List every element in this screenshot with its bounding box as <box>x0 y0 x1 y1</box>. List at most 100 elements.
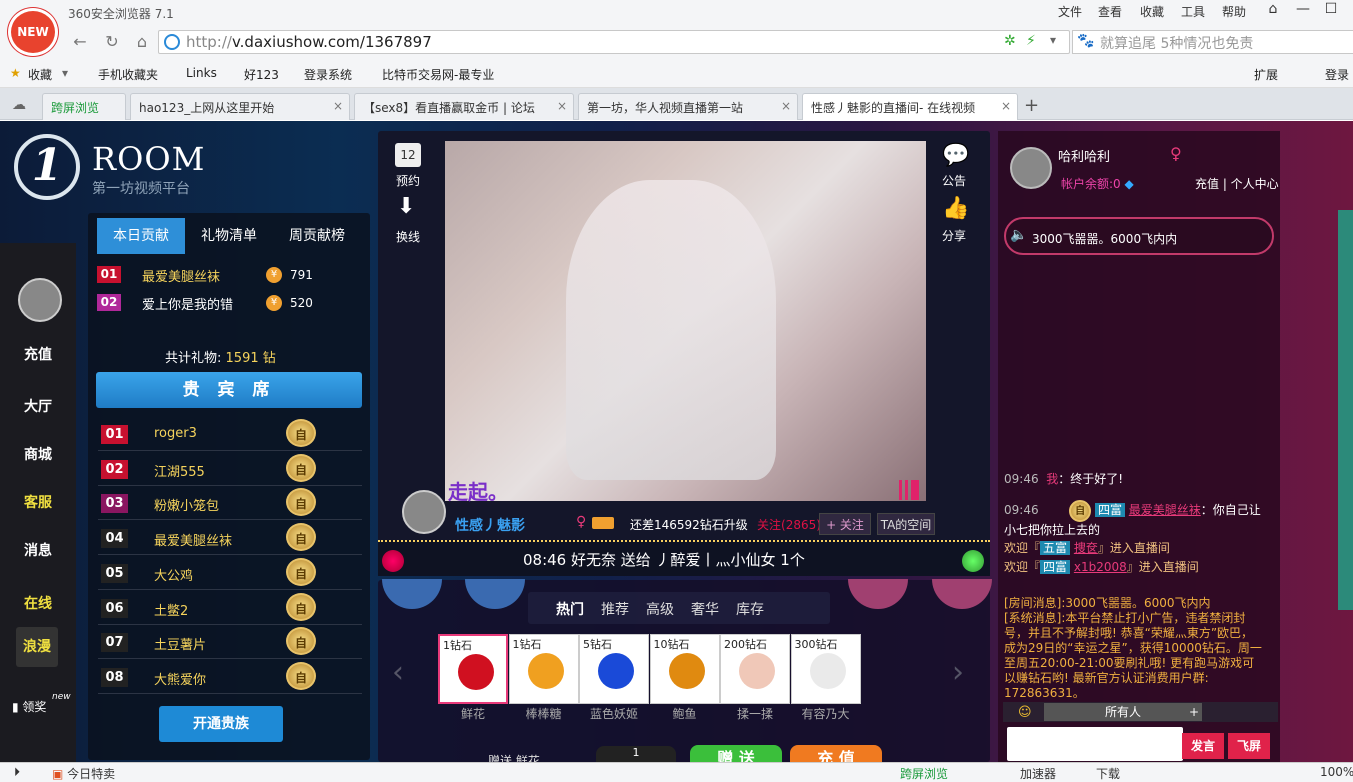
tab-cross-screen[interactable]: 跨屏浏览 <box>42 93 126 120</box>
notice-label[interactable]: 公告 <box>936 172 972 189</box>
search-engine-icon[interactable]: 🐾 <box>1077 33 1094 49</box>
sidebar-item-messages[interactable]: 消息 <box>0 527 76 575</box>
browser-logo[interactable]: NEW <box>8 8 58 56</box>
gift-item[interactable]: 10钻石 <box>649 634 720 704</box>
fav-favorites[interactable]: 收藏 <box>28 66 52 83</box>
url-text[interactable]: http://v.daxiushow.com/1367897 <box>186 33 432 51</box>
status-accelerator[interactable]: 加速器 <box>1020 765 1056 782</box>
next-arrow-icon[interactable]: › <box>952 655 964 690</box>
gift-tab-stock[interactable]: 库存 <box>736 599 764 619</box>
chevron-down-icon[interactable]: ▾ <box>1050 33 1056 47</box>
gift-tab-luxury[interactable]: 奢华 <box>691 599 719 619</box>
share-label[interactable]: 分享 <box>936 227 972 244</box>
vip-name[interactable]: 最爱美腿丝袜 <box>154 530 232 549</box>
home-icon[interactable]: ⌂ <box>130 32 154 54</box>
gift-item[interactable]: 5钻石 <box>579 634 649 704</box>
vip-name[interactable]: 江湖555 <box>154 461 205 480</box>
sidebar-item-lobby[interactable]: 大厅 <box>0 383 76 431</box>
chat-input[interactable] <box>1007 727 1183 761</box>
extensions-button[interactable]: 扩展 <box>1254 66 1278 83</box>
menu-favorites[interactable]: 收藏 <box>1140 3 1164 20</box>
account-links[interactable]: 充值 | 个人中心 <box>1195 175 1279 192</box>
fav-mobile[interactable]: 手机收藏夹 <box>98 66 158 83</box>
contributor-name[interactable]: 爱上你是我的错 <box>142 294 233 313</box>
fav-login[interactable]: 登录系统 <box>304 66 352 83</box>
search-input[interactable]: 就算追尾 5种情况也免责 <box>1100 33 1253 53</box>
gift-tab-recommend[interactable]: 推荐 <box>601 599 629 619</box>
recharge-button[interactable]: 充 值 <box>790 745 882 768</box>
switch-line-label[interactable]: 换线 <box>390 228 426 245</box>
cloud-icon[interactable]: ☁ <box>12 97 26 113</box>
sidebar-item-reward[interactable]: ▮ 领奖 <box>12 698 46 715</box>
expand-icon[interactable]: ⏵ <box>14 765 20 780</box>
maximize-icon[interactable]: ☐ <box>1318 1 1344 21</box>
prev-arrow-icon[interactable]: ‹ <box>392 655 404 690</box>
sidebar-item-recharge[interactable]: 充值 <box>0 331 76 379</box>
login-button[interactable]: 登录 <box>1325 66 1349 83</box>
vip-name[interactable]: 土豆薯片 <box>154 634 206 653</box>
vip-name[interactable]: 土鳖2 <box>154 600 188 619</box>
add-audience-button[interactable]: + <box>1186 703 1202 721</box>
today-deals[interactable]: ▣ 今日特卖 <box>52 765 115 782</box>
back-icon[interactable]: ← <box>68 32 92 54</box>
fav-links[interactable]: Links <box>186 66 217 80</box>
menu-tools[interactable]: 工具 <box>1181 3 1205 20</box>
fav-hao123[interactable]: 好123 <box>244 66 279 83</box>
menu-file[interactable]: 文件 <box>1058 3 1082 20</box>
gift-item[interactable]: 300钻石 <box>790 634 861 704</box>
gift-tab-hot[interactable]: 热门 <box>556 599 584 619</box>
minimize-icon[interactable]: — <box>1290 1 1316 21</box>
host-name[interactable]: 性感丿魅影 <box>455 515 525 535</box>
tab-sex8[interactable]: 【sex8】看直播赢取金币 | 论坛 × <box>354 93 574 120</box>
tab-live-room[interactable]: 性感丿魅影的直播间- 在线视频 × <box>802 93 1018 120</box>
gift-item[interactable]: 1钻石 <box>508 634 579 704</box>
sidebar-item-online[interactable]: 在线 <box>0 580 76 628</box>
status-download[interactable]: 下载 <box>1096 765 1120 782</box>
host-space-button[interactable]: TA的空间 <box>877 513 935 535</box>
vip-name[interactable]: 粉嫩小笼包 <box>154 495 219 514</box>
send-message-button[interactable]: 发言 <box>1182 733 1224 759</box>
calendar-icon[interactable]: 12 <box>395 143 421 167</box>
new-tab-icon[interactable]: + <box>1024 95 1039 116</box>
tab-gift-list[interactable]: 礼物清单 <box>185 218 273 254</box>
gift-item[interactable]: 200钻石 <box>720 634 790 704</box>
vip-name[interactable]: 大熊爱你 <box>154 669 206 688</box>
security-icon[interactable]: ✲ <box>1004 33 1016 49</box>
status-cross-screen[interactable]: 跨屏浏览 <box>900 765 948 782</box>
pin-icon[interactable]: ⌂ <box>1260 1 1286 21</box>
vip-name[interactable]: 大公鸡 <box>154 565 193 584</box>
sidebar-item-romance[interactable]: 浪漫 <box>16 627 58 667</box>
vip-name[interactable]: roger3 <box>154 426 197 441</box>
refresh-icon[interactable]: ↻ <box>100 32 124 54</box>
tab-weekly-rank[interactable]: 周贡献榜 <box>273 218 361 254</box>
tab-daily-contribution[interactable]: 本日贡献 <box>97 218 185 254</box>
reserve-label[interactable]: 预约 <box>390 172 426 189</box>
menu-view[interactable]: 查看 <box>1098 3 1122 20</box>
sidebar-item-shop[interactable]: 商城 <box>0 431 76 479</box>
send-gift-button[interactable]: 赠 送 <box>690 745 782 768</box>
gift-item[interactable]: 1钻石 <box>438 634 508 704</box>
fav-bitcoin[interactable]: 比特币交易网-最专业 <box>382 66 494 83</box>
thumbs-up-icon[interactable]: 👍 <box>942 196 969 221</box>
zoom-level[interactable]: 100% <box>1320 765 1353 779</box>
emoji-icon[interactable]: ☺ <box>1018 705 1032 720</box>
speed-icon[interactable]: ⚡ <box>1026 33 1036 49</box>
quantity-input[interactable]: 1 <box>596 746 676 762</box>
site-logo[interactable]: 1 <box>14 134 80 200</box>
fly-screen-button[interactable]: 飞屏 <box>1228 733 1270 759</box>
chat-bubble-icon[interactable]: 💬 <box>942 143 969 168</box>
tab-hao123[interactable]: hao123_上网从这里开始 × <box>130 93 350 120</box>
avatar[interactable] <box>18 278 62 322</box>
contributor-name[interactable]: 最爱美腿丝袜 <box>142 266 220 285</box>
follow-button[interactable]: + 关注 <box>819 513 871 535</box>
host-avatar[interactable] <box>402 490 446 534</box>
open-nobility-button[interactable]: 开通贵族 <box>159 706 283 742</box>
user-avatar[interactable] <box>1010 147 1052 189</box>
arrow-down-icon[interactable]: ⬇ <box>397 194 415 219</box>
sidebar-item-service[interactable]: 客服 <box>0 479 76 527</box>
menu-help[interactable]: 帮助 <box>1222 3 1246 20</box>
gift-tab-advanced[interactable]: 高级 <box>646 599 674 619</box>
tab-diyifang[interactable]: 第一坊，华人视频直播第一站 × <box>578 93 798 120</box>
audience-select[interactable]: 所有人 <box>1044 703 1202 721</box>
chevron-down-icon[interactable]: ▾ <box>62 66 68 80</box>
